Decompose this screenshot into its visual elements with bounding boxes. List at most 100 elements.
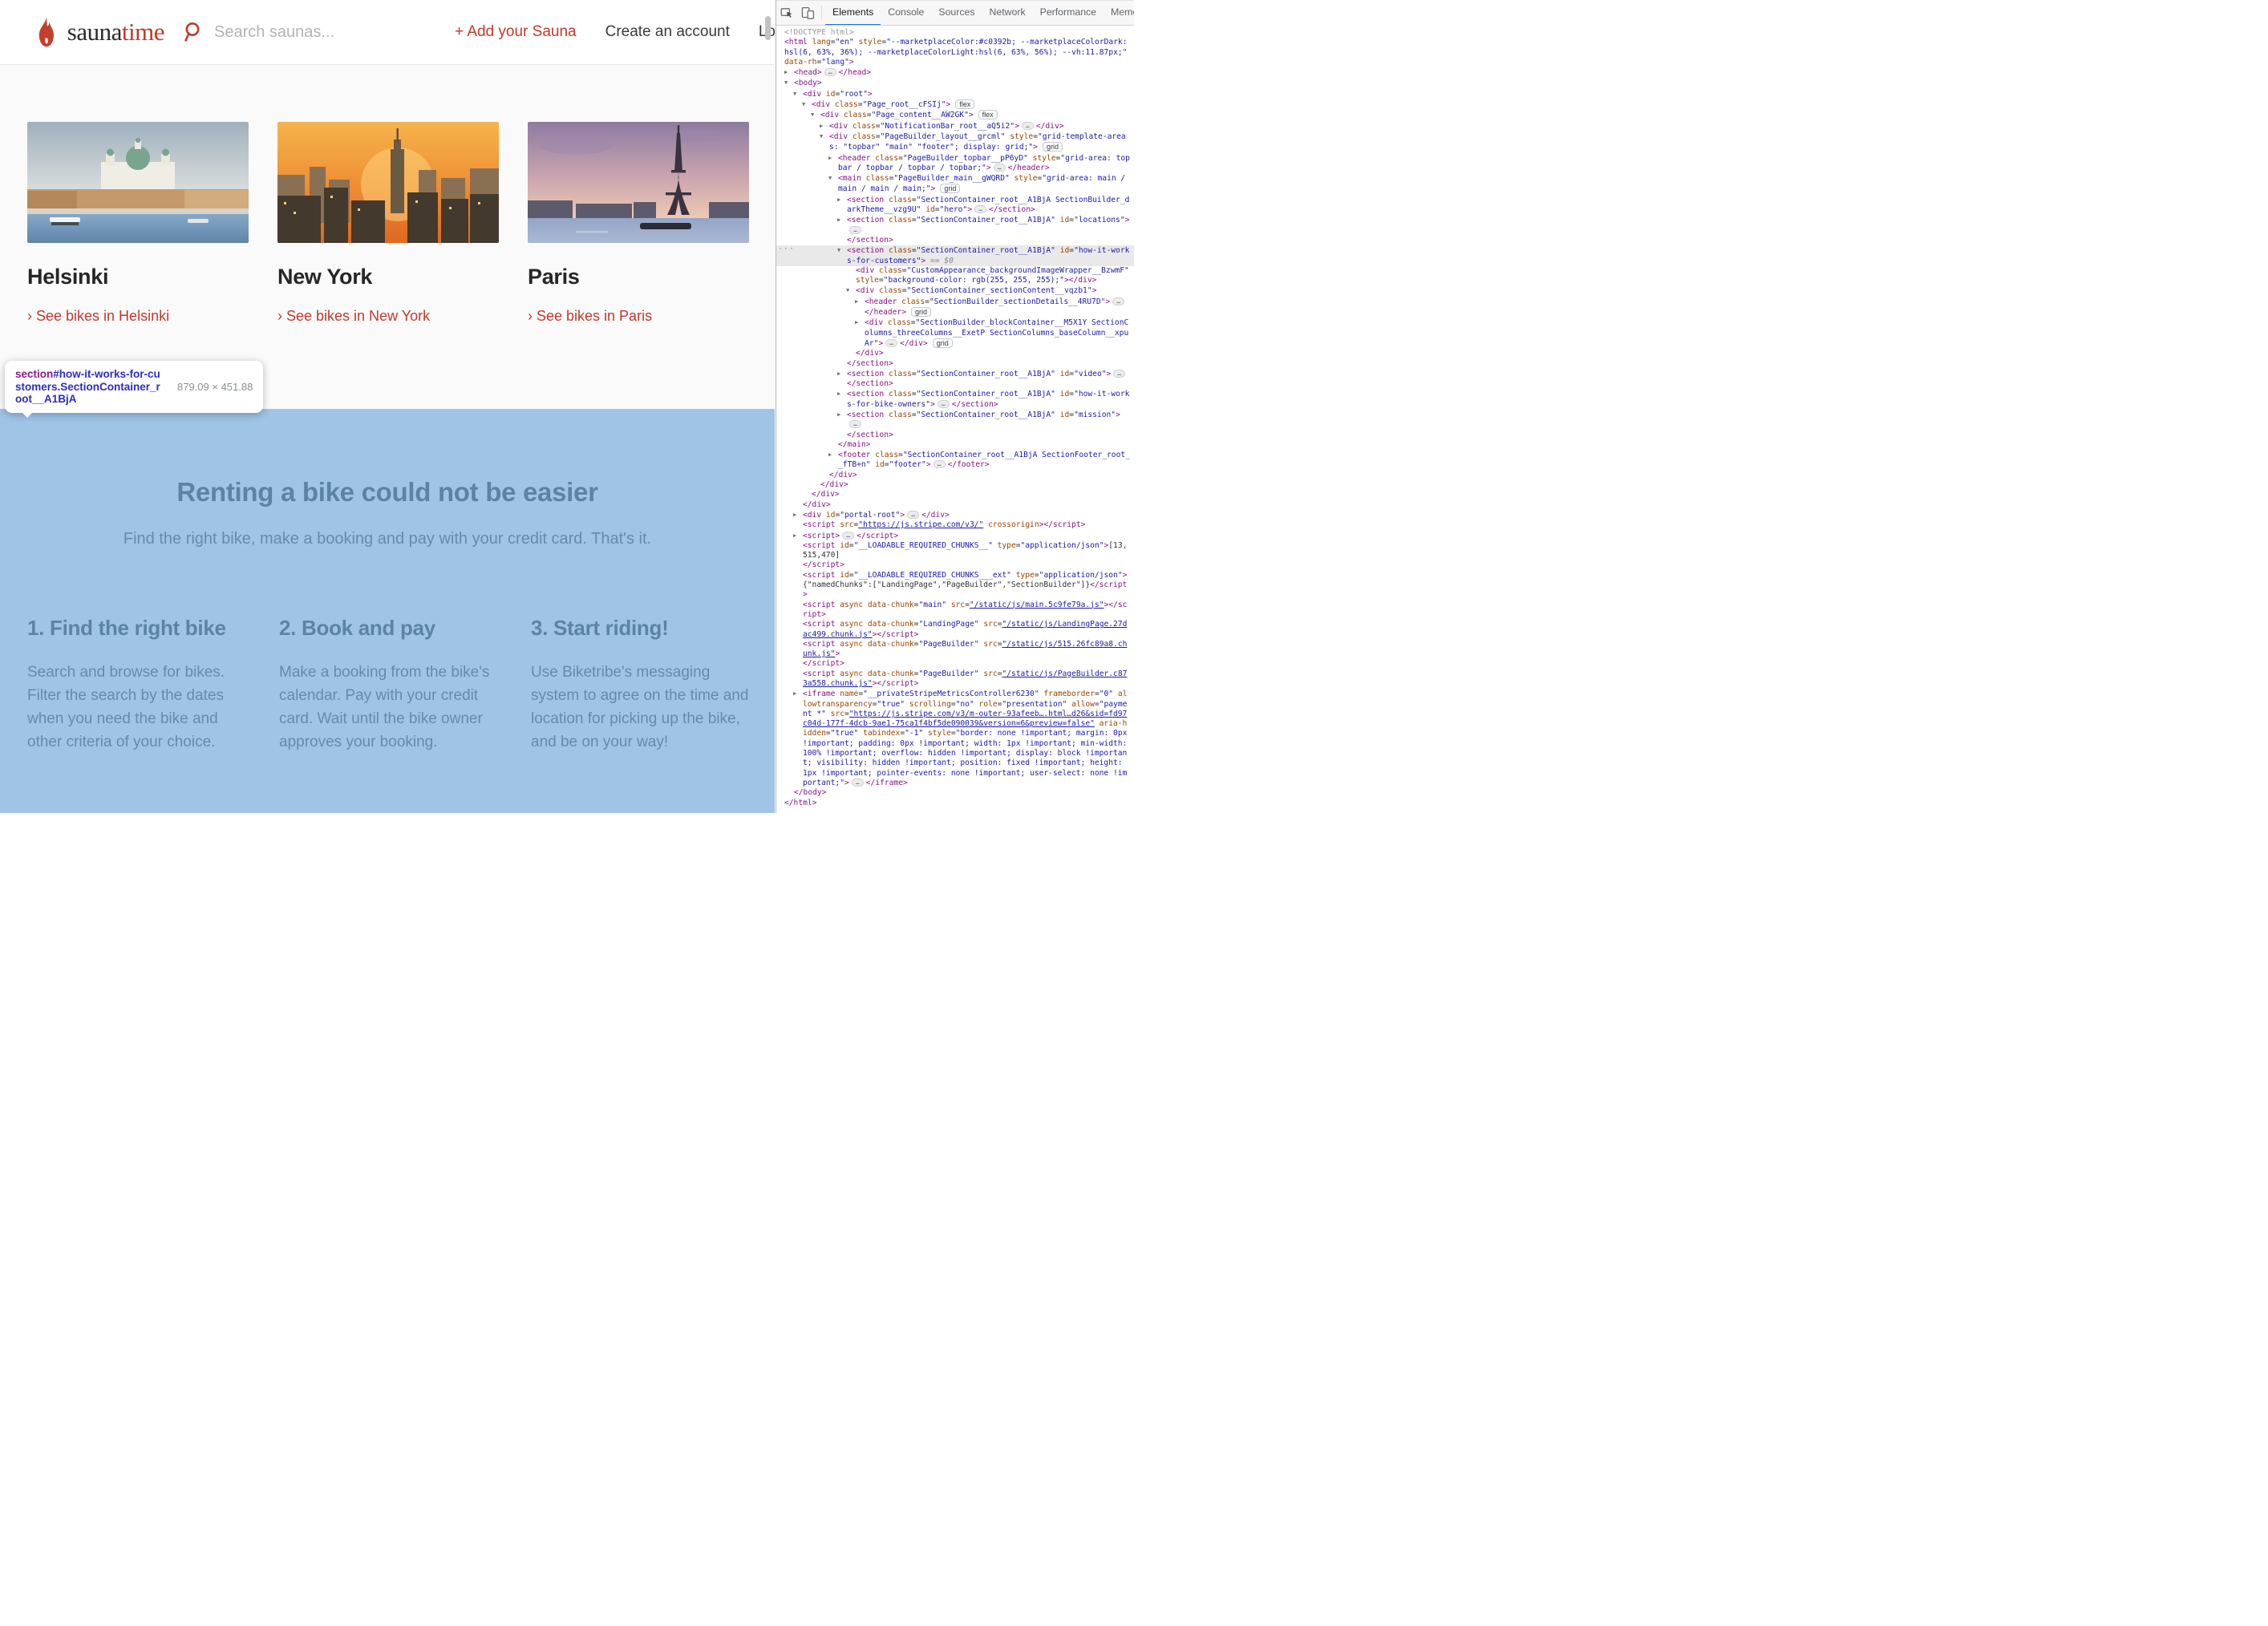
devtools-tree-row[interactable]: </section> bbox=[776, 236, 1134, 245]
paris-photo[interactable] bbox=[528, 122, 749, 243]
devtools-tree-row[interactable]: </html> bbox=[776, 799, 1134, 808]
devtools-tree-row[interactable]: ▼<div id="root"> bbox=[776, 89, 1134, 99]
devtools-tree-row[interactable]: <!DOCTYPE html> bbox=[776, 28, 1134, 38]
devtools-tree-row[interactable]: ▼<div class="SectionContainer_sectionCon… bbox=[776, 285, 1134, 296]
grid-badge[interactable]: grid bbox=[911, 307, 931, 317]
devtools-tree-row[interactable]: <script async data-chunk="PageBuilder" s… bbox=[776, 669, 1134, 690]
see-bikes-link-new-york[interactable]: › See bikes in New York bbox=[277, 308, 499, 325]
inspect-element-icon[interactable] bbox=[776, 2, 797, 23]
devtools-tree-row[interactable]: ▶<section class="SectionContainer_root__… bbox=[776, 389, 1134, 410]
devtools-tree-row[interactable]: </body> bbox=[776, 788, 1134, 798]
devtools-tree-row[interactable]: ▶<iframe name="__privateStripeMetricsCon… bbox=[776, 689, 1134, 788]
devtools-tree-row[interactable]: <script async data-chunk="PageBuilder" s… bbox=[776, 640, 1134, 660]
twisty-expanded-icon[interactable]: ▼ bbox=[811, 110, 820, 119]
helsinki-photo[interactable] bbox=[27, 122, 249, 243]
expand-inline-icon[interactable]: … bbox=[885, 339, 897, 347]
devtools-tree-row[interactable]: </section> bbox=[776, 379, 1134, 389]
devtools-tree-row[interactable]: ▶<div id="portal-root">…</div> bbox=[776, 510, 1134, 520]
devtools-tree-row[interactable]: </section> bbox=[776, 359, 1134, 369]
see-bikes-link-helsinki[interactable]: › See bikes in Helsinki bbox=[27, 308, 249, 325]
twisty-collapsed-icon[interactable]: ▶ bbox=[784, 67, 794, 77]
devtools-tree-row[interactable]: ▼<div class="Page_content__AW2GK">flex bbox=[776, 110, 1134, 120]
tab-elements[interactable]: Elements bbox=[825, 0, 881, 26]
expand-inline-icon[interactable]: … bbox=[1112, 297, 1124, 305]
expand-inline-icon[interactable]: … bbox=[974, 205, 986, 213]
devtools-tree-row[interactable]: ▶<footer class="SectionContainer_root__A… bbox=[776, 450, 1134, 471]
devtools-tree-row[interactable]: <script src="https://js.stripe.com/v3/" … bbox=[776, 520, 1134, 530]
flex-badge[interactable]: flex bbox=[955, 99, 974, 109]
devtools-tree-row[interactable]: </div> bbox=[776, 480, 1134, 490]
twisty-collapsed-icon[interactable]: ▶ bbox=[837, 410, 847, 419]
grid-badge[interactable]: grid bbox=[940, 184, 960, 193]
devtools-tree-row[interactable]: <html lang="en" style="--marketplaceColo… bbox=[776, 38, 1134, 67]
row-menu-icon[interactable]: ··· bbox=[778, 245, 795, 254]
devtools-tree-row[interactable]: </div> bbox=[776, 490, 1134, 500]
devtools-tree-row[interactable]: ▼···<section class="SectionContainer_roo… bbox=[776, 245, 1134, 266]
devtools-tree-row[interactable]: ▶<header class="SectionBuilder_sectionDe… bbox=[776, 297, 1134, 318]
devtools-tree-row[interactable]: <script async data-chunk="main" src="/st… bbox=[776, 601, 1134, 621]
twisty-collapsed-icon[interactable]: ▶ bbox=[837, 195, 847, 204]
devtools-tree-row[interactable]: ▶<head>…</head> bbox=[776, 67, 1134, 78]
grid-badge[interactable]: grid bbox=[1043, 142, 1063, 152]
expand-inline-icon[interactable]: … bbox=[938, 400, 950, 408]
expand-inline-icon[interactable]: … bbox=[934, 460, 946, 468]
devtools-tree-row[interactable]: ▶<div class="SectionBuilder_blockContain… bbox=[776, 318, 1134, 349]
tab-sources[interactable]: Sources bbox=[931, 0, 982, 26]
twisty-expanded-icon[interactable]: ▼ bbox=[837, 245, 847, 255]
devtools-tree-row[interactable]: </main> bbox=[776, 440, 1134, 450]
devtools-tree-row[interactable]: </section> bbox=[776, 431, 1134, 440]
devtools-tree-row[interactable]: </div> bbox=[776, 500, 1134, 510]
twisty-collapsed-icon[interactable]: ▶ bbox=[793, 510, 803, 520]
devtools-tree-row[interactable]: </script> bbox=[776, 560, 1134, 570]
devtools-tree-row[interactable]: </div> bbox=[776, 471, 1134, 480]
expand-inline-icon[interactable]: … bbox=[907, 511, 919, 519]
twisty-collapsed-icon[interactable]: ▶ bbox=[828, 450, 838, 459]
devtools-tree-row[interactable]: ▼<div class="Page_root__cFSIj">flex bbox=[776, 99, 1134, 110]
twisty-expanded-icon[interactable]: ▼ bbox=[846, 285, 856, 295]
twisty-collapsed-icon[interactable]: ▶ bbox=[793, 531, 803, 540]
devtools-tree-row[interactable]: ▼<body> bbox=[776, 78, 1134, 88]
expand-inline-icon[interactable]: … bbox=[849, 420, 861, 428]
twisty-collapsed-icon[interactable]: ▶ bbox=[837, 389, 847, 398]
devtools-tree-row[interactable]: <script async data-chunk="LandingPage" s… bbox=[776, 620, 1134, 640]
devtools-tree-row[interactable]: ▶<div class="NotificationBar_root__aQ5i2… bbox=[776, 121, 1134, 131]
page-scrollbar-thumb[interactable] bbox=[765, 16, 771, 40]
flex-badge[interactable]: flex bbox=[978, 110, 998, 119]
add-sauna-link[interactable]: + Add your Sauna bbox=[455, 23, 577, 41]
brand-logo[interactable]: saunatime bbox=[0, 16, 164, 48]
expand-inline-icon[interactable]: … bbox=[842, 532, 854, 540]
expand-inline-icon[interactable]: … bbox=[994, 164, 1006, 172]
grid-badge[interactable]: grid bbox=[933, 338, 953, 348]
twisty-collapsed-icon[interactable]: ▶ bbox=[837, 369, 847, 378]
expand-inline-icon[interactable]: … bbox=[852, 779, 864, 787]
twisty-collapsed-icon[interactable]: ▶ bbox=[855, 318, 865, 327]
devtools-tree-row[interactable]: ▶<section class="SectionContainer_root__… bbox=[776, 215, 1134, 236]
devtools-tree-row[interactable]: <script id="__LOADABLE_REQUIRED_CHUNKS__… bbox=[776, 571, 1134, 580]
twisty-collapsed-icon[interactable]: ▶ bbox=[820, 121, 829, 131]
device-toolbar-icon[interactable] bbox=[797, 2, 818, 23]
tab-memory[interactable]: Memory bbox=[1104, 0, 1134, 26]
expand-inline-icon[interactable]: … bbox=[1022, 122, 1034, 130]
search-input[interactable] bbox=[214, 23, 455, 42]
expand-inline-icon[interactable]: … bbox=[1113, 370, 1125, 378]
devtools-tree-row[interactable]: ▶<section class="SectionContainer_root__… bbox=[776, 410, 1134, 431]
twisty-collapsed-icon[interactable]: ▶ bbox=[837, 215, 847, 224]
expand-inline-icon[interactable]: … bbox=[824, 68, 836, 76]
twisty-expanded-icon[interactable]: ▼ bbox=[820, 131, 829, 141]
twisty-expanded-icon[interactable]: ▼ bbox=[793, 89, 803, 99]
tab-performance[interactable]: Performance bbox=[1033, 0, 1104, 26]
devtools-tree-row[interactable]: ▶<section class="SectionContainer_root__… bbox=[776, 369, 1134, 379]
twisty-collapsed-icon[interactable]: ▶ bbox=[828, 153, 838, 163]
see-bikes-link-paris[interactable]: › See bikes in Paris bbox=[528, 308, 749, 325]
devtools-tree-row[interactable]: ▼<div class="PageBuilder_layout__grcml" … bbox=[776, 131, 1134, 153]
new-york-photo[interactable] bbox=[277, 122, 499, 243]
devtools-tree-row[interactable]: ▼<main class="PageBuilder_main__gWQRD" s… bbox=[776, 173, 1134, 195]
devtools-tree-row[interactable]: ▶<script>…</script> bbox=[776, 531, 1134, 541]
twisty-collapsed-icon[interactable]: ▶ bbox=[793, 689, 803, 698]
devtools-tree-row[interactable]: <script id="__LOADABLE_REQUIRED_CHUNKS__… bbox=[776, 541, 1134, 561]
devtools-tree-row[interactable]: <div class="CustomAppearance_backgroundI… bbox=[776, 266, 1134, 286]
tab-console[interactable]: Console bbox=[881, 0, 931, 26]
devtools-tree-row[interactable]: {"namedChunks":["LandingPage","PageBuild… bbox=[776, 580, 1134, 601]
devtools-tree-row[interactable]: ▶<section class="SectionContainer_root__… bbox=[776, 195, 1134, 216]
expand-inline-icon[interactable]: … bbox=[849, 226, 861, 234]
